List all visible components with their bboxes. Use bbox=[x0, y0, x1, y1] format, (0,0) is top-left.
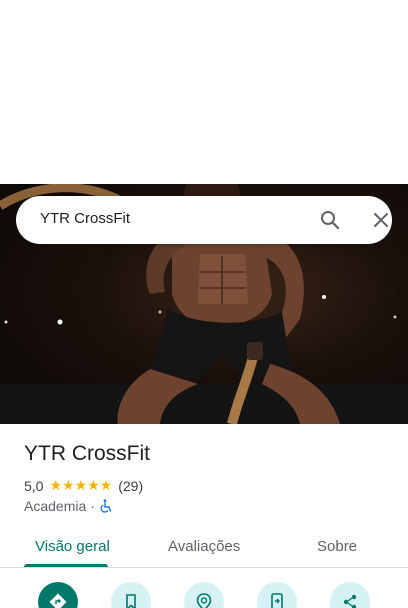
share-icon bbox=[343, 594, 357, 608]
wheelchair-accessible-icon[interactable] bbox=[99, 499, 113, 513]
rating-value: 5,0 bbox=[24, 477, 44, 494]
directions-button[interactable] bbox=[38, 582, 78, 608]
save-button[interactable] bbox=[111, 582, 151, 608]
rating-stars: ★★★★★ bbox=[49, 477, 113, 493]
nearby-icon bbox=[196, 593, 212, 608]
action-bar bbox=[0, 582, 408, 608]
search-input[interactable]: YTR CrossFit bbox=[40, 210, 130, 227]
nearby-button[interactable] bbox=[184, 582, 224, 608]
bookmark-icon bbox=[126, 594, 136, 608]
close-icon[interactable] bbox=[369, 208, 393, 232]
search-icon[interactable] bbox=[318, 208, 342, 232]
category-row: Academia · bbox=[24, 498, 113, 514]
tab-reviews[interactable]: Avaliações bbox=[168, 538, 240, 555]
directions-icon bbox=[49, 593, 67, 608]
send-to-phone-icon bbox=[271, 593, 283, 608]
map-area-blank bbox=[0, 0, 408, 184]
place-tabs: Visão geral Avaliações Sobre bbox=[0, 524, 408, 568]
search-bar[interactable]: YTR CrossFit bbox=[16, 196, 392, 244]
place-title: YTR CrossFit bbox=[24, 442, 150, 465]
place-category[interactable]: Academia bbox=[24, 498, 86, 514]
separator-dot: · bbox=[90, 498, 95, 514]
share-button[interactable] bbox=[330, 582, 370, 608]
tab-about[interactable]: Sobre bbox=[317, 538, 357, 555]
review-count[interactable]: (29) bbox=[118, 478, 143, 494]
active-tab-indicator bbox=[24, 564, 108, 567]
tab-overview[interactable]: Visão geral bbox=[35, 538, 110, 555]
send-to-phone-button[interactable] bbox=[257, 582, 297, 608]
rating-row[interactable]: 5,0 ★★★★★ (29) bbox=[24, 477, 143, 494]
